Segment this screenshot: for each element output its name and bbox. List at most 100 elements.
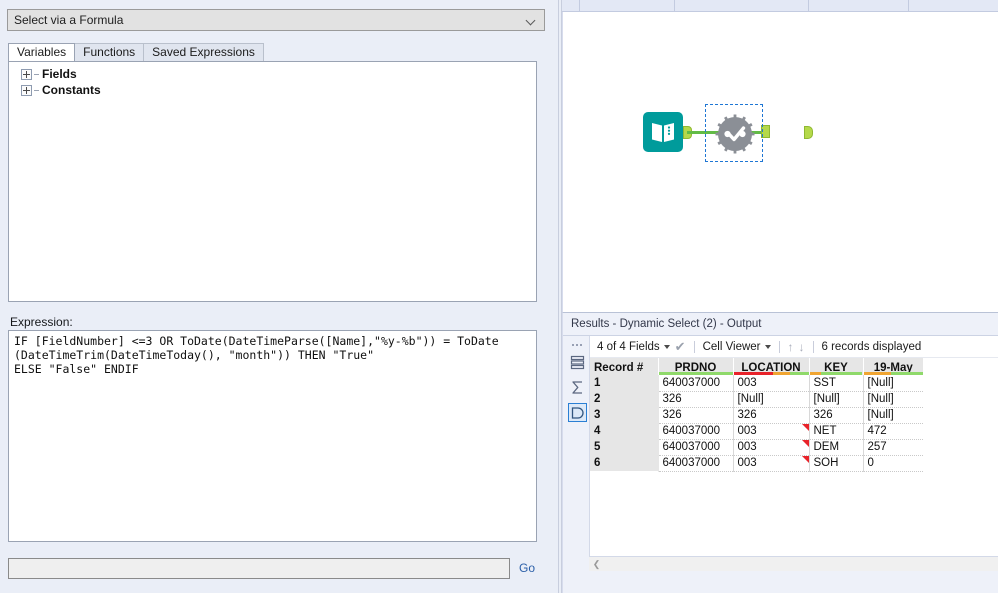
column-header-record-label: Record # xyxy=(594,362,643,374)
results-table[interactable]: Record # PRDNO LOCATION xyxy=(590,358,923,472)
cell-location[interactable]: 003 xyxy=(733,423,809,439)
arrow-up-icon[interactable]: ↑ xyxy=(788,341,794,353)
table-row[interactable]: 2 326 [Null] [Null] [Null] xyxy=(590,391,923,407)
cell-key[interactable]: [Null] xyxy=(809,391,863,407)
table-header-row: Record # PRDNO LOCATION xyxy=(590,358,923,375)
cell-key[interactable]: SOH xyxy=(809,455,863,471)
cell-location[interactable]: 003 xyxy=(733,375,809,391)
cell-date[interactable]: 257 xyxy=(863,439,923,455)
ribbon-cell xyxy=(909,0,998,11)
tab-functions[interactable]: Functions xyxy=(74,43,144,61)
table-row[interactable]: 6 640037000 003 SOH 0 xyxy=(590,455,923,471)
view-mode-selector[interactable]: Cell Viewer xyxy=(703,341,771,353)
cell-location[interactable]: 326 xyxy=(733,407,809,423)
search-input[interactable] xyxy=(8,558,510,579)
cell-date[interactable]: 472 xyxy=(863,423,923,439)
column-header-key[interactable]: KEY xyxy=(809,358,863,375)
cell-date[interactable]: [Null] xyxy=(863,391,923,407)
cell-date[interactable]: 0 xyxy=(863,455,923,471)
cell-location[interactable]: 003 xyxy=(733,439,809,455)
cell-key[interactable]: NET xyxy=(809,423,863,439)
cell-key[interactable]: SST xyxy=(809,375,863,391)
cell-prdno[interactable]: 326 xyxy=(658,391,733,407)
formula-mode-select[interactable]: Select via a Formula xyxy=(7,9,545,31)
cell-date[interactable]: [Null] xyxy=(863,375,923,391)
tool-configuration-panel: Select via a Formula Variables Functions… xyxy=(0,0,558,593)
cell-record: 6 xyxy=(590,455,658,471)
view-mode-label: Cell Viewer xyxy=(703,341,761,353)
column-header-prdno[interactable]: PRDNO xyxy=(658,358,733,375)
cell-warning-flag-icon xyxy=(802,456,809,463)
cell-record: 1 xyxy=(590,375,658,391)
column-header-location[interactable]: LOCATION xyxy=(733,358,809,375)
records-icon[interactable] xyxy=(568,353,587,372)
chevron-left-icon[interactable]: ❮ xyxy=(589,557,604,571)
horizontal-scrollbar[interactable]: ❮ xyxy=(589,556,998,571)
tab-functions-label: Functions xyxy=(83,45,135,59)
cell-prdno[interactable]: 640037000 xyxy=(658,423,733,439)
check-icon[interactable]: ✔ xyxy=(675,341,686,353)
expand-plus-icon[interactable] xyxy=(21,85,32,96)
expression-editor[interactable]: IF [FieldNumber] <=3 OR ToDate(DateTimeP… xyxy=(8,330,537,542)
gear-check-icon xyxy=(714,113,756,155)
column-header-record[interactable]: Record # xyxy=(590,358,658,375)
cell-location[interactable]: 003 xyxy=(733,455,809,471)
app-window: Select via a Formula Variables Functions… xyxy=(0,0,998,593)
results-grid-wrap: 4 of 4 Fields ✔ Cell Viewer ↑ ↓ xyxy=(589,336,998,571)
variables-tree[interactable]: Fields Constants xyxy=(8,61,537,302)
table-row[interactable]: 1 640037000 003 SST [Null] xyxy=(590,375,923,391)
cell-date[interactable]: [Null] xyxy=(863,407,923,423)
tree-connector xyxy=(34,74,39,75)
toolbar-separator xyxy=(779,341,780,353)
table-row[interactable]: 3 326 326 326 [Null] xyxy=(590,407,923,423)
tab-variables[interactable]: Variables xyxy=(8,43,75,61)
table-row[interactable]: 5 640037000 003 DEM 257 xyxy=(590,439,923,455)
cell-location-text: 003 xyxy=(738,441,757,453)
output-anchor-select-tool[interactable] xyxy=(804,126,813,139)
tree-node-constants[interactable]: Constants xyxy=(9,82,536,98)
tree-node-constants-label: Constants xyxy=(42,82,101,98)
tree-node-fields-label: Fields xyxy=(42,66,77,82)
toolbar-separator xyxy=(694,341,695,353)
chevron-down-icon xyxy=(664,345,670,349)
record-count-label: 6 records displayed xyxy=(822,341,922,353)
cell-prdno[interactable]: 640037000 xyxy=(658,375,733,391)
column-header-date[interactable]: 19-May xyxy=(863,358,923,375)
metadata-icon[interactable] xyxy=(568,403,587,422)
chevron-down-icon xyxy=(765,345,771,349)
tab-saved-expressions[interactable]: Saved Expressions xyxy=(143,43,264,61)
cell-prdno[interactable]: 326 xyxy=(658,407,733,423)
search-row: Go xyxy=(8,556,548,580)
table-row[interactable]: 4 640037000 003 NET 472 xyxy=(590,423,923,439)
results-title: Results - Dynamic Select (2) - Output xyxy=(563,313,998,336)
ribbon-cell xyxy=(809,0,909,11)
cell-prdno[interactable]: 640037000 xyxy=(658,439,733,455)
arrow-down-icon[interactable]: ↓ xyxy=(799,341,805,353)
records-icon-glyph xyxy=(570,355,585,370)
drag-handle-icon[interactable] xyxy=(570,342,584,347)
cell-prdno[interactable]: 640037000 xyxy=(658,455,733,471)
cell-key[interactable]: 326 xyxy=(809,407,863,423)
expression-text: IF [FieldNumber] <=3 OR ToDate(DateTimeP… xyxy=(14,334,531,376)
cell-warning-flag-icon xyxy=(802,440,809,447)
profile-sigma-icon[interactable] xyxy=(568,378,587,397)
go-button[interactable]: Go xyxy=(519,561,535,575)
dynamic-select-tool[interactable] xyxy=(705,104,763,162)
ribbon-cell xyxy=(580,0,675,11)
cell-key[interactable]: DEM xyxy=(809,439,863,455)
cell-location-text: 003 xyxy=(738,425,757,437)
results-panel: Results - Dynamic Select (2) - Output xyxy=(562,312,998,593)
tree-connector xyxy=(34,90,39,91)
results-side-toolbar xyxy=(565,338,589,568)
fields-selector[interactable]: 4 of 4 Fields xyxy=(597,341,670,353)
ribbon-cell xyxy=(675,0,809,11)
ribbon-strip xyxy=(562,0,998,12)
table-body: 1 640037000 003 SST [Null] 2 326 [Null] … xyxy=(590,375,923,471)
fields-selector-label: 4 of 4 Fields xyxy=(597,341,660,353)
book-icon xyxy=(643,112,683,152)
workflow-canvas[interactable] xyxy=(562,12,998,312)
cell-location[interactable]: [Null] xyxy=(733,391,809,407)
tree-node-fields[interactable]: Fields xyxy=(9,66,536,82)
input-data-tool[interactable] xyxy=(643,112,683,152)
expand-plus-icon[interactable] xyxy=(21,69,32,80)
